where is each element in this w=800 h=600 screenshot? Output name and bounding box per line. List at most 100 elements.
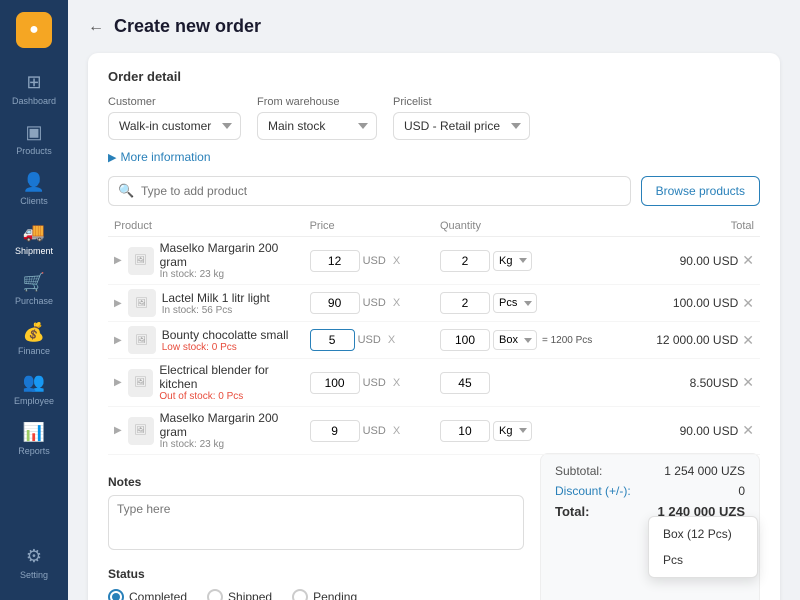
radio-circle-pending bbox=[292, 589, 308, 600]
notes-section: Notes bbox=[108, 475, 524, 555]
customer-select[interactable]: Walk-in customer bbox=[108, 112, 241, 140]
remove-row-button[interactable]: ✕ bbox=[742, 422, 754, 439]
price-cell: USD X bbox=[304, 359, 434, 407]
remove-row-button[interactable]: ✕ bbox=[742, 374, 754, 391]
row-expand-icon[interactable]: ▶ bbox=[114, 255, 122, 266]
product-thumb: 🖼 bbox=[128, 326, 156, 354]
sidebar-item-employee[interactable]: 👥 Employee bbox=[0, 364, 68, 414]
usd-tag: USD bbox=[358, 334, 381, 346]
product-cell: ▶ 🖼 Lactel Milk 1 litr light In stock: 5… bbox=[108, 285, 304, 322]
page-header: ← Create new order bbox=[88, 16, 780, 37]
sidebar-item-label: Finance bbox=[18, 346, 50, 356]
sidebar-item-dashboard[interactable]: ⊞ Dashboard bbox=[0, 64, 68, 114]
sidebar-item-label: Dashboard bbox=[12, 96, 56, 106]
sidebar-item-shipment[interactable]: 🚚 Shipment bbox=[0, 214, 68, 264]
warehouse-group: From warehouse Main stock bbox=[257, 96, 377, 140]
price-input[interactable] bbox=[310, 250, 360, 272]
x-symbol: X bbox=[389, 377, 404, 389]
dropdown-item-pcs[interactable]: Pcs bbox=[649, 547, 757, 573]
sidebar-item-purchase[interactable]: 🛒 Purchase bbox=[0, 264, 68, 314]
search-input[interactable] bbox=[108, 176, 631, 206]
remove-row-button[interactable]: ✕ bbox=[742, 252, 754, 269]
qty-cell: Pcs bbox=[434, 285, 617, 322]
reports-icon: 📊 bbox=[23, 422, 45, 443]
unit-select[interactable]: Pcs bbox=[493, 293, 537, 313]
row-expand-icon[interactable]: ▶ bbox=[114, 425, 122, 436]
total-value: 90.00 USD bbox=[680, 424, 739, 438]
qty-input[interactable] bbox=[440, 250, 490, 272]
notes-textarea[interactable] bbox=[108, 495, 524, 550]
product-name: Electrical blender for kitchen bbox=[159, 363, 297, 391]
pricelist-label: Pricelist bbox=[393, 96, 530, 108]
radio-circle-shipped bbox=[207, 589, 223, 600]
section-title: Order detail bbox=[108, 69, 760, 84]
product-info: Electrical blender for kitchen Out of st… bbox=[159, 363, 297, 402]
sidebar-item-label: Purchase bbox=[15, 296, 53, 306]
qty-input[interactable] bbox=[440, 292, 490, 314]
qty-input[interactable] bbox=[440, 329, 490, 351]
page-title: Create new order bbox=[114, 16, 261, 37]
status-label: Status bbox=[108, 567, 524, 581]
price-input[interactable] bbox=[310, 329, 355, 351]
qty-cell: Box = 1200 Pcs bbox=[434, 322, 617, 359]
usd-tag: USD bbox=[363, 377, 386, 389]
sidebar-item-products[interactable]: ▣ Products bbox=[0, 114, 68, 164]
total-value: 12 000.00 USD bbox=[656, 333, 738, 347]
sidebar-item-clients[interactable]: 👤 Clients bbox=[0, 164, 68, 214]
price-cell: USD X bbox=[304, 407, 434, 455]
status-shipped[interactable]: Shipped bbox=[207, 589, 272, 600]
product-sub: Out of stock: 0 Pcs bbox=[159, 391, 297, 402]
product-thumb: 🖼 bbox=[128, 369, 154, 397]
product-sub: Low stock: 0 Pcs bbox=[162, 342, 289, 353]
remove-row-button[interactable]: ✕ bbox=[742, 332, 754, 349]
search-icon: 🔍 bbox=[118, 183, 134, 199]
remove-row-button[interactable]: ✕ bbox=[742, 295, 754, 312]
back-button[interactable]: ← bbox=[88, 18, 104, 36]
col-total: Total bbox=[617, 216, 760, 237]
row-expand-icon[interactable]: ▶ bbox=[114, 377, 122, 388]
status-row: Completed Shipped Pending bbox=[108, 589, 524, 600]
price-cell: USD X bbox=[304, 285, 434, 322]
product-thumb: 🖼 bbox=[128, 289, 156, 317]
unit-select[interactable]: Box bbox=[493, 330, 537, 350]
table-row: ▶ 🖼 Lactel Milk 1 litr light In stock: 5… bbox=[108, 285, 760, 322]
setting-icon: ⚙ bbox=[26, 546, 42, 567]
product-info: Maselko Margarin 200 gram In stock: 23 k… bbox=[160, 241, 298, 280]
col-quantity: Quantity bbox=[434, 216, 617, 237]
product-cell: ▶ 🖼 Electrical blender for kitchen Out o… bbox=[108, 359, 304, 407]
price-input[interactable] bbox=[310, 372, 360, 394]
sidebar-item-label: Reports bbox=[18, 446, 50, 456]
total-label: Total: bbox=[555, 504, 589, 519]
app-logo: ● bbox=[16, 12, 52, 48]
sidebar-item-label: Setting bbox=[20, 570, 48, 580]
table-row: ▶ 🖼 Maselko Margarin 200 gram In stock: … bbox=[108, 407, 760, 455]
price-input[interactable] bbox=[310, 420, 360, 442]
sidebar-item-label: Products bbox=[16, 146, 52, 156]
search-wrap: 🔍 bbox=[108, 176, 631, 206]
browse-products-button[interactable]: Browse products bbox=[641, 176, 760, 206]
dropdown-item-box[interactable]: Box (12 Pcs) bbox=[649, 521, 757, 547]
row-expand-icon[interactable]: ▶ bbox=[114, 298, 122, 309]
unit-select[interactable]: Kg bbox=[493, 251, 532, 271]
total-cell: 90.00 USD ✕ bbox=[617, 237, 760, 285]
sidebar-item-setting[interactable]: ⚙ Setting bbox=[0, 538, 68, 588]
price-input[interactable] bbox=[310, 292, 360, 314]
status-pending[interactable]: Pending bbox=[292, 589, 357, 600]
total-cell: 8.50USD ✕ bbox=[617, 359, 760, 407]
unit-select[interactable]: Kg bbox=[493, 421, 532, 441]
chevron-right-icon: ▶ bbox=[108, 151, 116, 164]
warehouse-select[interactable]: Main stock bbox=[257, 112, 377, 140]
discount-row: Discount (+/-): 0 bbox=[555, 484, 745, 498]
pricelist-select[interactable]: USD - Retail price bbox=[393, 112, 530, 140]
sidebar-item-reports[interactable]: 📊 Reports bbox=[0, 414, 68, 464]
usd-tag: USD bbox=[363, 255, 386, 267]
x-symbol: X bbox=[389, 255, 404, 267]
qty-input[interactable] bbox=[440, 372, 490, 394]
status-completed[interactable]: Completed bbox=[108, 589, 187, 600]
more-info-link[interactable]: ▶ More information bbox=[108, 150, 760, 164]
product-thumb: 🖼 bbox=[128, 417, 154, 445]
row-expand-icon[interactable]: ▶ bbox=[114, 335, 122, 346]
qty-input[interactable] bbox=[440, 420, 490, 442]
sidebar-item-finance[interactable]: 💰 Finance bbox=[0, 314, 68, 364]
product-sub: In stock: 56 Pcs bbox=[162, 305, 270, 316]
